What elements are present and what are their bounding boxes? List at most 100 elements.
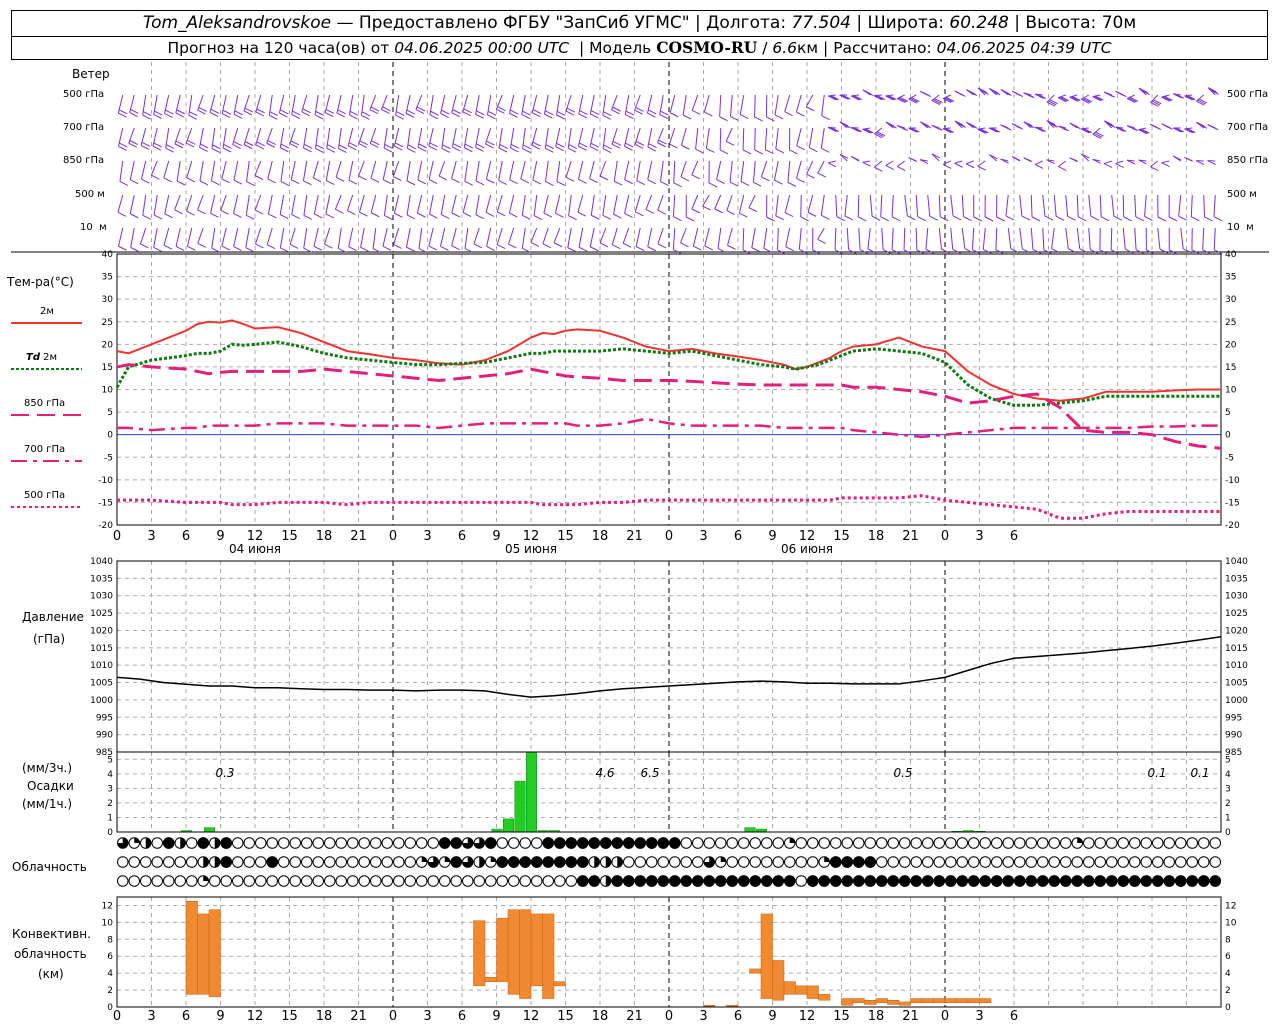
wind-barb-feather: [922, 92, 932, 98]
cloud-cover-circle: [393, 837, 405, 849]
wind-barb-shaft: [1065, 227, 1069, 249]
wind-barb-feather: [1011, 156, 1021, 162]
wind-barb-feather: [566, 107, 576, 113]
cloud-cover-full: [853, 875, 865, 887]
cloud-cover-half: [605, 875, 611, 887]
wind-barb-feather: [338, 144, 348, 150]
cloud-cover-full: [508, 856, 520, 868]
wind-barb-feather: [1168, 216, 1178, 222]
wind-barb-shaft: [1042, 194, 1046, 217]
wind-barb-feather: [315, 110, 324, 116]
wind-barb-shaft: [891, 227, 894, 250]
cloud-cover-circle: [117, 875, 129, 887]
cloud-cover-circle: [232, 837, 244, 849]
wind-barb-shaft: [938, 227, 942, 250]
cloud-cover-circle: [1129, 837, 1141, 849]
wind-barb-feather: [407, 148, 416, 153]
cloud-cover-circle: [232, 875, 244, 887]
cloud-cover-circle: [347, 875, 359, 887]
wind-barb-shaft: [358, 194, 365, 213]
wind-barb-shaft: [995, 227, 998, 250]
wind-barb-shaft: [795, 94, 802, 113]
wind-barb-feather: [464, 180, 474, 186]
cloud-cover-circle: [956, 856, 968, 868]
cloud-cover-circle: [335, 837, 347, 849]
wind-barb-feather: [451, 245, 460, 251]
temp-xtick: 9: [492, 529, 500, 544]
cloud-cover-full: [485, 837, 497, 849]
wind-barb-shaft: [290, 160, 296, 180]
wind-barb-shaft: [763, 227, 768, 249]
wind-barb-feather: [624, 145, 633, 151]
wind-barb-feather: [406, 180, 416, 186]
wind-barb-feather: [957, 91, 966, 97]
wind-barb-feather: [1014, 92, 1024, 98]
cloud-cover-full: [554, 856, 566, 868]
wind-barb-feather: [348, 142, 358, 148]
wind-barb-shaft: [965, 160, 974, 165]
cloud-cover-circle: [1037, 856, 1049, 868]
conv-cloud-bar: [887, 999, 900, 1005]
wind-barb-feather: [603, 111, 612, 117]
wind-barb-shaft: [129, 160, 135, 180]
wind-barb-shaft: [577, 160, 584, 180]
cloud-cover-full: [623, 875, 635, 887]
wind-barb-shaft: [669, 127, 676, 145]
cloud-cover-circle: [174, 875, 186, 887]
cloud-cover-full: [450, 856, 462, 868]
wind-barb-shaft: [358, 160, 365, 177]
wind-barb-shaft: [691, 194, 699, 210]
wind-barb-feather: [347, 145, 357, 151]
cloud-cover-circle: [209, 875, 221, 887]
cloud-cover-circle: [795, 856, 807, 868]
cloud-cover-full: [634, 875, 646, 887]
wind-barb-feather: [510, 147, 519, 153]
bottom-xtick: 12: [247, 1009, 264, 1024]
wind-barb-feather: [622, 242, 632, 248]
cloud-cover-circle: [887, 856, 899, 868]
cloud-cover-circle: [1198, 837, 1210, 849]
cloud-cover-circle: [324, 856, 336, 868]
wind-barb-feather: [429, 213, 438, 219]
conv-cloud-bar: [197, 913, 210, 995]
wind-barb-feather: [719, 149, 729, 155]
wind-barb-feather: [233, 212, 242, 218]
cloud-cover-full: [197, 837, 209, 849]
bottom-xtick: 0: [665, 1009, 673, 1024]
wind-barb-shaft: [197, 194, 204, 210]
wind-barb-feather: [303, 147, 312, 153]
cloud-cover-half: [617, 856, 623, 868]
cloud-cover-full: [899, 875, 911, 887]
wind-barb-shaft: [485, 160, 492, 180]
wind-barb-feather: [545, 181, 554, 187]
wind-barb-feather: [140, 243, 149, 249]
cloud-cover-circle: [1198, 856, 1210, 868]
wind-barb-feather: [719, 116, 728, 122]
temp-xtick: 9: [768, 529, 776, 544]
cloud-cover-circle: [163, 856, 175, 868]
wind-barb-feather: [669, 143, 678, 149]
wind-barb-feather: [1014, 124, 1024, 130]
temp-2m-line: [116, 319, 1221, 402]
cloud-cover-circle: [795, 837, 807, 849]
bottom-xtick: 3: [147, 1009, 155, 1024]
wind-barb-shaft: [1034, 160, 1043, 165]
conv-cloud-bar: [898, 1001, 911, 1006]
temp-xtick: 3: [699, 529, 707, 544]
wind-barb-feather: [233, 246, 242, 251]
cloud-cover-circle: [278, 837, 290, 849]
wind-barb-feather: [567, 147, 577, 153]
wind-barb-feather: [327, 144, 336, 150]
wind-barb-shaft: [624, 160, 630, 180]
wind-barb-feather: [578, 145, 587, 151]
wind-barb-shaft: [1088, 227, 1091, 250]
wind-barb-shaft: [210, 194, 216, 214]
wind-barb-feather: [565, 110, 575, 116]
wind-barb-feather: [475, 146, 484, 152]
wind-barb-shaft: [1161, 160, 1170, 164]
wind-barb-shaft: [680, 127, 687, 146]
wind-barb-feather: [451, 212, 460, 218]
wind-barb-feather: [686, 216, 695, 222]
wind-barb-feather: [313, 245, 323, 251]
wind-barb-feather: [556, 110, 566, 116]
